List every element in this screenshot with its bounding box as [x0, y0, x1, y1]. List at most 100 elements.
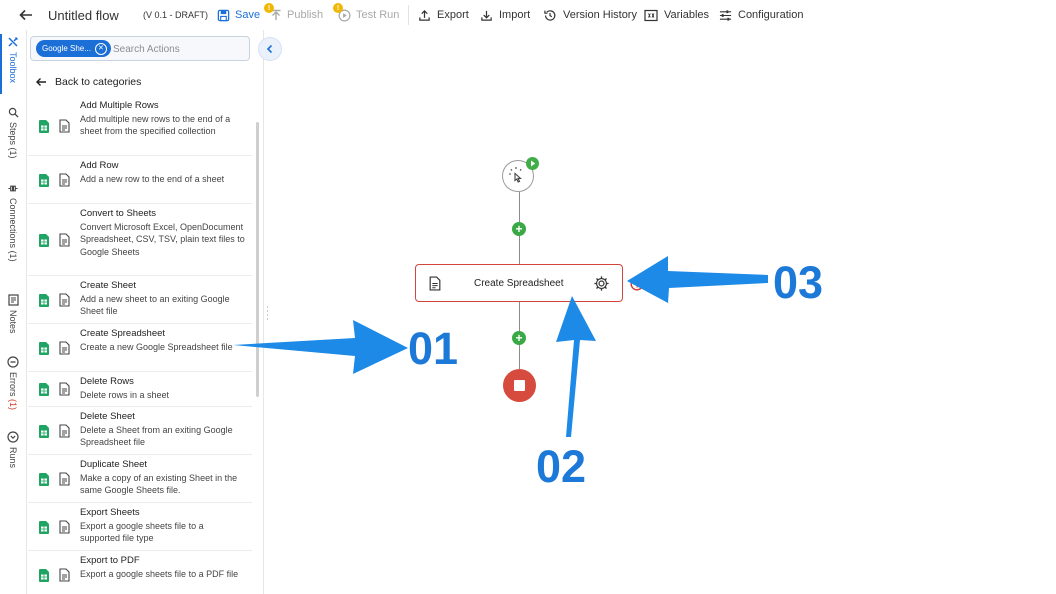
document-icon [59, 423, 70, 438]
rail-tab-runs[interactable]: Runs [0, 431, 26, 468]
action-title: Add Multiple Rows [80, 100, 159, 111]
tools-icon [8, 36, 19, 47]
variables-button[interactable]: Variables [644, 0, 709, 30]
import-button[interactable]: Import [480, 0, 530, 30]
test-run-label: Test Run [356, 9, 400, 21]
document-icon [59, 471, 70, 486]
action-title: Delete Rows [80, 376, 134, 387]
import-label: Import [499, 9, 531, 21]
action-title: Create Sheet [80, 280, 136, 291]
document-icon [59, 172, 70, 187]
configuration-button[interactable]: Configuration [719, 0, 803, 30]
rail-tab-label: Steps (1) [8, 122, 18, 159]
save-icon [217, 9, 230, 21]
action-title: Delete Sheet [80, 411, 135, 422]
export-button[interactable]: Export [418, 0, 469, 30]
toolbar-divider [408, 5, 409, 25]
callout-03: 03 [773, 257, 824, 308]
back-arrow-button[interactable] [18, 0, 34, 30]
arrow-left-icon [36, 78, 46, 86]
gear-icon[interactable] [593, 275, 610, 292]
rail-tab-label: Connections (1) [8, 198, 18, 262]
rail-tab-steps[interactable]: Steps (1) [0, 107, 26, 159]
back-to-categories-link[interactable]: Back to categories [35, 74, 141, 90]
document-icon [59, 292, 70, 307]
rail-tab-connections[interactable]: Connections (1) [0, 183, 26, 262]
list-item[interactable]: Delete Sheet Delete a Sheet from an exit… [28, 407, 252, 455]
action-description: Add a new row to the end of a sheet [80, 173, 225, 184]
rail-tab-notes[interactable]: Notes [0, 294, 26, 334]
document-icon [59, 568, 70, 582]
list-item[interactable]: Create Spreadsheet Create a new Google S… [28, 324, 252, 372]
minus-circle-icon [7, 356, 19, 368]
action-description: Add multiple new rows to the end of a sh… [80, 113, 231, 137]
rail-tab-label: Toolbox [8, 52, 18, 84]
google-sheets-icon [39, 520, 49, 534]
filter-chip-label: Google She... [42, 44, 91, 53]
google-sheets-icon [39, 233, 49, 247]
save-label: Save [235, 9, 261, 21]
collapse-panel-button[interactable] [258, 37, 282, 61]
note-icon [7, 294, 19, 306]
action-description: Delete a Sheet from an exiting Google Sp… [80, 424, 233, 448]
list-item[interactable]: Add Row Add a new row to the end of a sh… [28, 156, 252, 204]
google-sheets-icon [39, 119, 49, 133]
info-icon[interactable] [630, 277, 644, 291]
list-item[interactable]: Export Sheets Export a google sheets fil… [28, 503, 252, 551]
end-node[interactable] [503, 369, 536, 402]
action-description: Create a new Google Spreadsheet file [80, 341, 233, 352]
list-item[interactable]: Create Sheet Add a new sheet to an exiti… [28, 276, 252, 324]
flow-title[interactable]: Untitled flow [48, 0, 119, 30]
list-item[interactable]: Convert to Sheets Convert Microsoft Exce… [28, 204, 252, 276]
test-run-warning-badge: ! [333, 3, 343, 13]
rail-tab-errors[interactable]: Errors (1) [0, 356, 26, 410]
list-item[interactable]: Export to PDF Export a google sheets fil… [28, 551, 252, 594]
pointer-click-icon [509, 167, 522, 183]
search-icon [8, 107, 19, 118]
publish-label: Publish [287, 9, 324, 21]
chevron-circle-icon [7, 431, 19, 443]
action-title: Create Spreadsheet [80, 328, 166, 339]
google-sheets-icon [39, 472, 49, 486]
scrollbar[interactable] [256, 122, 259, 397]
document-icon [429, 276, 441, 291]
document-icon [59, 519, 70, 534]
save-button[interactable]: Save [217, 0, 260, 30]
close-icon[interactable]: ✕ [94, 42, 107, 55]
variables-label: Variables [664, 9, 710, 21]
rail-tab-toolbox[interactable]: Toolbox [0, 36, 26, 83]
callout-01: 01 [408, 323, 459, 374]
sliders-icon [719, 9, 732, 21]
action-title: Export Sheets [80, 507, 140, 518]
google-sheets-icon [39, 569, 49, 582]
list-item[interactable]: Delete Rows Delete rows in a sheet [28, 372, 252, 407]
list-item[interactable]: Add Multiple Rows Add multiple new rows … [28, 96, 252, 156]
publish-button[interactable]: Publish [270, 0, 323, 30]
stop-icon [514, 380, 525, 391]
google-sheets-icon [39, 424, 49, 438]
flow-canvas[interactable] [268, 30, 1056, 594]
test-run-button[interactable]: Test Run [338, 0, 399, 30]
import-icon [481, 10, 492, 21]
action-description: Convert Microsoft Excel, OpenDocument Sp… [80, 221, 245, 257]
rail-tab-label: Notes [8, 310, 18, 334]
left-rail: Toolbox Steps (1) Connections (1) Notes … [0, 30, 27, 594]
play-icon[interactable] [526, 157, 539, 170]
action-description: Delete rows in a sheet [80, 389, 170, 400]
list-item[interactable]: Duplicate Sheet Make a copy of an existi… [28, 455, 252, 503]
export-icon [419, 9, 430, 21]
step-node-create-spreadsheet[interactable]: Create Spreadsheet [415, 264, 623, 302]
arrow-left-icon [19, 9, 32, 21]
version-history-label: Version History [563, 9, 637, 21]
filter-chip[interactable]: Google She... ✕ [36, 40, 111, 57]
add-step-button[interactable]: + [512, 222, 526, 236]
rail-tab-label: Errors (1) [8, 372, 18, 411]
search-input[interactable] [111, 40, 247, 59]
publish-warning-badge: ! [264, 3, 274, 13]
action-description: Export a google sheets file to a PDF fil… [80, 568, 239, 579]
action-description: Make a copy of an existing Sheet in the … [80, 472, 238, 496]
add-step-button[interactable]: + [512, 331, 526, 345]
action-list: Add Multiple Rows Add multiple new rows … [28, 96, 252, 594]
version-history-button[interactable]: Version History [543, 0, 637, 30]
play-triangle-icon [531, 160, 536, 167]
